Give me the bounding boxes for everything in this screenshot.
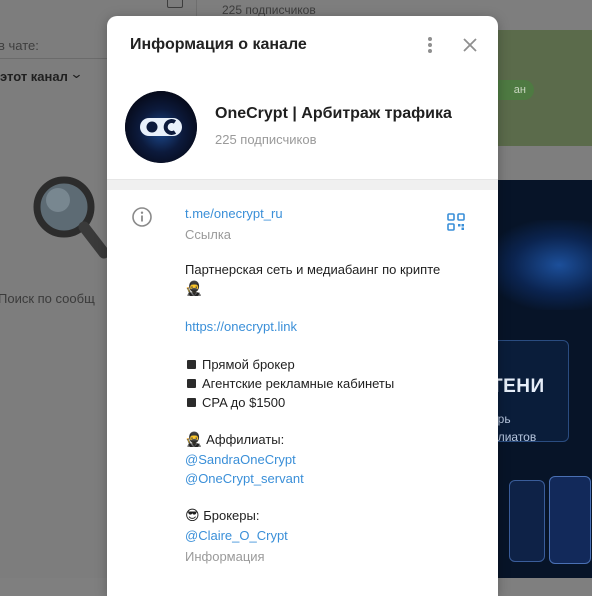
more-vertical-icon[interactable] bbox=[420, 34, 440, 56]
calendar-icon[interactable] bbox=[167, 0, 183, 8]
square-bullet-icon bbox=[187, 398, 196, 407]
affiliate-link[interactable]: @SandraOneCrypt bbox=[185, 452, 296, 467]
promo-glow bbox=[497, 220, 592, 310]
bullet-item: Прямой брокер bbox=[187, 357, 295, 372]
chevron-down-icon[interactable]: ⌄ bbox=[69, 66, 83, 82]
dialog-title: Информация о канале bbox=[130, 36, 307, 53]
site-link[interactable]: https://onecrypt.link bbox=[185, 319, 297, 334]
section-separator bbox=[107, 179, 498, 190]
affiliates-heading: 🥷 Аффилиаты: bbox=[185, 432, 285, 448]
affiliate-link[interactable]: @OneCrypt_servant bbox=[185, 471, 304, 486]
channel-name: OneCrypt | Арбитраж трафика bbox=[215, 105, 452, 122]
promo-line-2: илиатов bbox=[497, 430, 537, 444]
magnifier-icon bbox=[33, 176, 110, 259]
link-label: Ссылка bbox=[185, 227, 232, 242]
promo-heading: ТЕНИ bbox=[497, 376, 545, 397]
description-label: Информация bbox=[185, 549, 265, 564]
ninja-emoji: 🥷 bbox=[185, 281, 203, 297]
channel-info-dialog: Информация о канале OneCrypt | Арбитраж … bbox=[107, 16, 498, 596]
promo-line-1: ерь bbox=[497, 412, 511, 426]
chat-header-subscribers: 225 подписчиков bbox=[222, 3, 316, 17]
qr-code-icon[interactable] bbox=[447, 213, 465, 231]
empty-search-label: Поиск по сообщ bbox=[0, 291, 95, 306]
square-bullet-icon bbox=[187, 379, 196, 388]
search-scope-filter[interactable]: этот канал bbox=[0, 69, 68, 84]
broker-link[interactable]: @Claire_O_Crypt bbox=[185, 528, 288, 543]
close-icon[interactable] bbox=[459, 34, 481, 56]
channel-link[interactable]: t.me/onecrypt_ru bbox=[185, 206, 283, 221]
avatar[interactable] bbox=[125, 91, 197, 163]
square-bullet-icon bbox=[187, 360, 196, 369]
description-line: Партнерская сеть и медиабаинг по крипте bbox=[185, 262, 441, 277]
phone-mockup bbox=[509, 480, 545, 562]
bullet-item: Агентские рекламные кабинеты bbox=[187, 376, 394, 391]
search-in-chat-input[interactable]: в чате: bbox=[0, 38, 39, 53]
brokers-heading: 😎 Брокеры: bbox=[185, 508, 260, 524]
info-icon bbox=[132, 207, 152, 227]
phone-mockup bbox=[549, 476, 591, 564]
bullet-item: CPA до $1500 bbox=[187, 395, 285, 410]
channel-subscribers: 225 подписчиков bbox=[215, 132, 317, 147]
promo-image: ТЕНИ ерь илиатов bbox=[497, 180, 592, 578]
